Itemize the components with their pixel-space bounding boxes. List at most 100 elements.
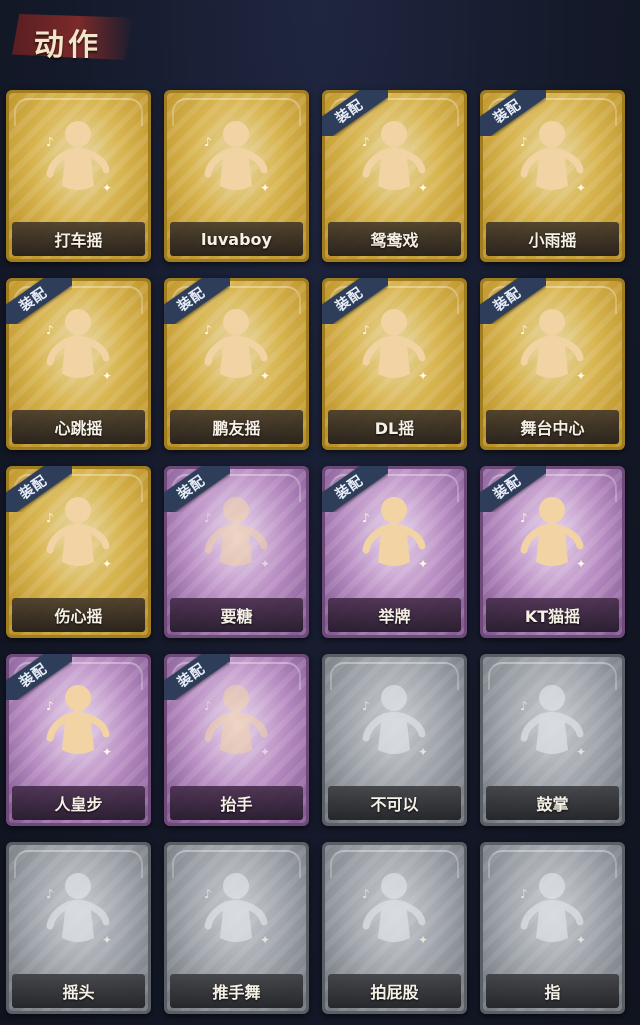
header: 动作 — [0, 0, 640, 80]
svg-text:♪: ♪ — [520, 323, 528, 337]
emote-label: KT猫摇 — [524, 607, 581, 626]
svg-text:✦: ✦ — [576, 557, 586, 571]
emote-card[interactable]: ♪ ✦ 要糖 装配 — [164, 466, 309, 638]
emote-card[interactable]: ♪ ✦ luvaboy — [164, 90, 309, 262]
finger-wag-icon: ♪ ✦ — [354, 680, 434, 770]
equipped-badge-text: 装配 — [174, 660, 209, 691]
equipped-badge-text: 装配 — [490, 284, 525, 315]
label-bar: 舞台中心 — [486, 410, 619, 444]
emote-card[interactable]: ♪ ✦ 不可以 — [322, 654, 467, 826]
emote-card[interactable]: ♪ ✦ 抬手 装配 — [164, 654, 309, 826]
svg-text:♪: ♪ — [520, 699, 528, 713]
label-bar: 不可以 — [328, 786, 461, 820]
svg-text:✦: ✦ — [260, 933, 270, 947]
equipped-badge-text: 装配 — [332, 472, 367, 503]
label-bar: DL摇 — [328, 410, 461, 444]
dance-pose-icon: ♪ ✦ — [38, 116, 118, 206]
emote-card[interactable]: ♪ ✦ 心跳摇 装配 — [6, 278, 151, 450]
emote-card[interactable]: ♪ ✦ 摇头 — [6, 842, 151, 1014]
emote-label: 打车摇 — [54, 231, 103, 250]
svg-text:✦: ✦ — [418, 181, 428, 195]
emote-card[interactable]: ♪ ✦ DL摇 装配 — [322, 278, 467, 450]
svg-text:♪: ♪ — [362, 135, 370, 149]
label-bar: KT猫摇 — [486, 598, 619, 632]
emote-card[interactable]: ♪ ✦ 举牌 装配 — [322, 466, 467, 638]
emote-card[interactable]: ♪ ✦ 打车摇 — [6, 90, 151, 262]
label-bar: 拍屁股 — [328, 974, 461, 1008]
emote-card[interactable]: ♪ ✦ 鹏友摇 装配 — [164, 278, 309, 450]
equipped-badge: 装配 — [6, 466, 72, 512]
pat-pose-icon: ♪ ✦ — [354, 868, 434, 958]
emote-label: 要糖 — [220, 607, 253, 626]
svg-text:♪: ♪ — [362, 699, 370, 713]
emote-label: 抬手 — [220, 795, 253, 814]
label-bar: 摇头 — [12, 974, 145, 1008]
emote-card[interactable]: ♪ ✦ 小雨摇 装配 — [480, 90, 625, 262]
svg-text:✦: ✦ — [102, 369, 112, 383]
label-bar: 举牌 — [328, 598, 461, 632]
svg-text:✦: ✦ — [576, 369, 586, 383]
label-bar: 心跳摇 — [12, 410, 145, 444]
equipped-badge-text: 装配 — [490, 96, 525, 127]
equipped-badge-text: 装配 — [174, 284, 209, 315]
svg-text:♪: ♪ — [520, 135, 528, 149]
svg-text:♪: ♪ — [46, 135, 54, 149]
emote-card[interactable]: ♪ ✦ 舞台中心 装配 — [480, 278, 625, 450]
equipped-badge: 装配 — [322, 466, 388, 512]
label-bar: 鸳鸯戏 — [328, 222, 461, 256]
svg-text:♪: ♪ — [204, 323, 212, 337]
svg-text:✦: ✦ — [418, 745, 428, 759]
emote-card[interactable]: ♪ ✦ 鸳鸯戏 装配 — [322, 90, 467, 262]
equipped-badge-text: 装配 — [332, 284, 367, 315]
push-dance-icon: ♪ ✦ — [196, 868, 276, 958]
svg-text:♪: ♪ — [362, 511, 370, 525]
emote-label: luvaboy — [201, 229, 272, 249]
point-icon: ♪ ✦ — [512, 868, 592, 958]
emote-label: 鸳鸯戏 — [370, 231, 419, 250]
equipped-badge-text: 装配 — [16, 284, 51, 315]
label-bar: 抬手 — [170, 786, 303, 820]
label-bar: 打车摇 — [12, 222, 145, 256]
shake-head-icon: ♪ ✦ — [38, 868, 118, 958]
emote-label: 推手舞 — [212, 983, 261, 1002]
svg-text:♪: ♪ — [46, 323, 54, 337]
svg-text:✦: ✦ — [102, 557, 112, 571]
emote-label: 拍屁股 — [370, 983, 419, 1002]
emote-card[interactable]: ♪ ✦ 推手舞 — [164, 842, 309, 1014]
emote-card[interactable]: ♪ ✦ 伤心摇 装配 — [6, 466, 151, 638]
equipped-badge-text: 装配 — [16, 660, 51, 691]
emote-label: 举牌 — [378, 607, 411, 626]
svg-text:✦: ✦ — [102, 933, 112, 947]
label-bar: 推手舞 — [170, 974, 303, 1008]
label-bar: 鼓掌 — [486, 786, 619, 820]
svg-text:♪: ♪ — [520, 887, 528, 901]
emote-label: DL摇 — [374, 419, 415, 438]
equipped-badge: 装配 — [480, 466, 546, 512]
svg-text:✦: ✦ — [260, 557, 270, 571]
svg-text:♪: ♪ — [204, 699, 212, 713]
emote-label: 鹏友摇 — [212, 419, 261, 438]
svg-text:✦: ✦ — [260, 745, 270, 759]
equipped-badge-text: 装配 — [332, 96, 367, 127]
svg-text:✦: ✦ — [418, 369, 428, 383]
svg-text:✦: ✦ — [102, 181, 112, 195]
label-bar: 伤心摇 — [12, 598, 145, 632]
emote-card[interactable]: ♪ ✦ 指 — [480, 842, 625, 1014]
label-bar: luvaboy — [170, 222, 303, 256]
emote-label: 心跳摇 — [54, 419, 103, 438]
svg-text:✦: ✦ — [418, 933, 428, 947]
svg-text:♪: ♪ — [204, 887, 212, 901]
emote-card[interactable]: ♪ ✦ 拍屁股 — [322, 842, 467, 1014]
emote-card[interactable]: ♪ ✦ 人皇步 装配 — [6, 654, 151, 826]
emote-card[interactable]: ♪ ✦ 鼓掌 — [480, 654, 625, 826]
equipped-badge: 装配 — [6, 654, 72, 700]
label-bar: 小雨摇 — [486, 222, 619, 256]
dance-pose-icon: ♪ ✦ — [196, 116, 276, 206]
equipped-badge: 装配 — [322, 278, 388, 324]
emote-card[interactable]: ♪ ✦ KT猫摇 装配 — [480, 466, 625, 638]
svg-text:♪: ♪ — [204, 135, 212, 149]
label-bar: 指 — [486, 974, 619, 1008]
equipped-badge-text: 装配 — [174, 472, 209, 503]
svg-text:✦: ✦ — [418, 557, 428, 571]
svg-text:♪: ♪ — [46, 511, 54, 525]
